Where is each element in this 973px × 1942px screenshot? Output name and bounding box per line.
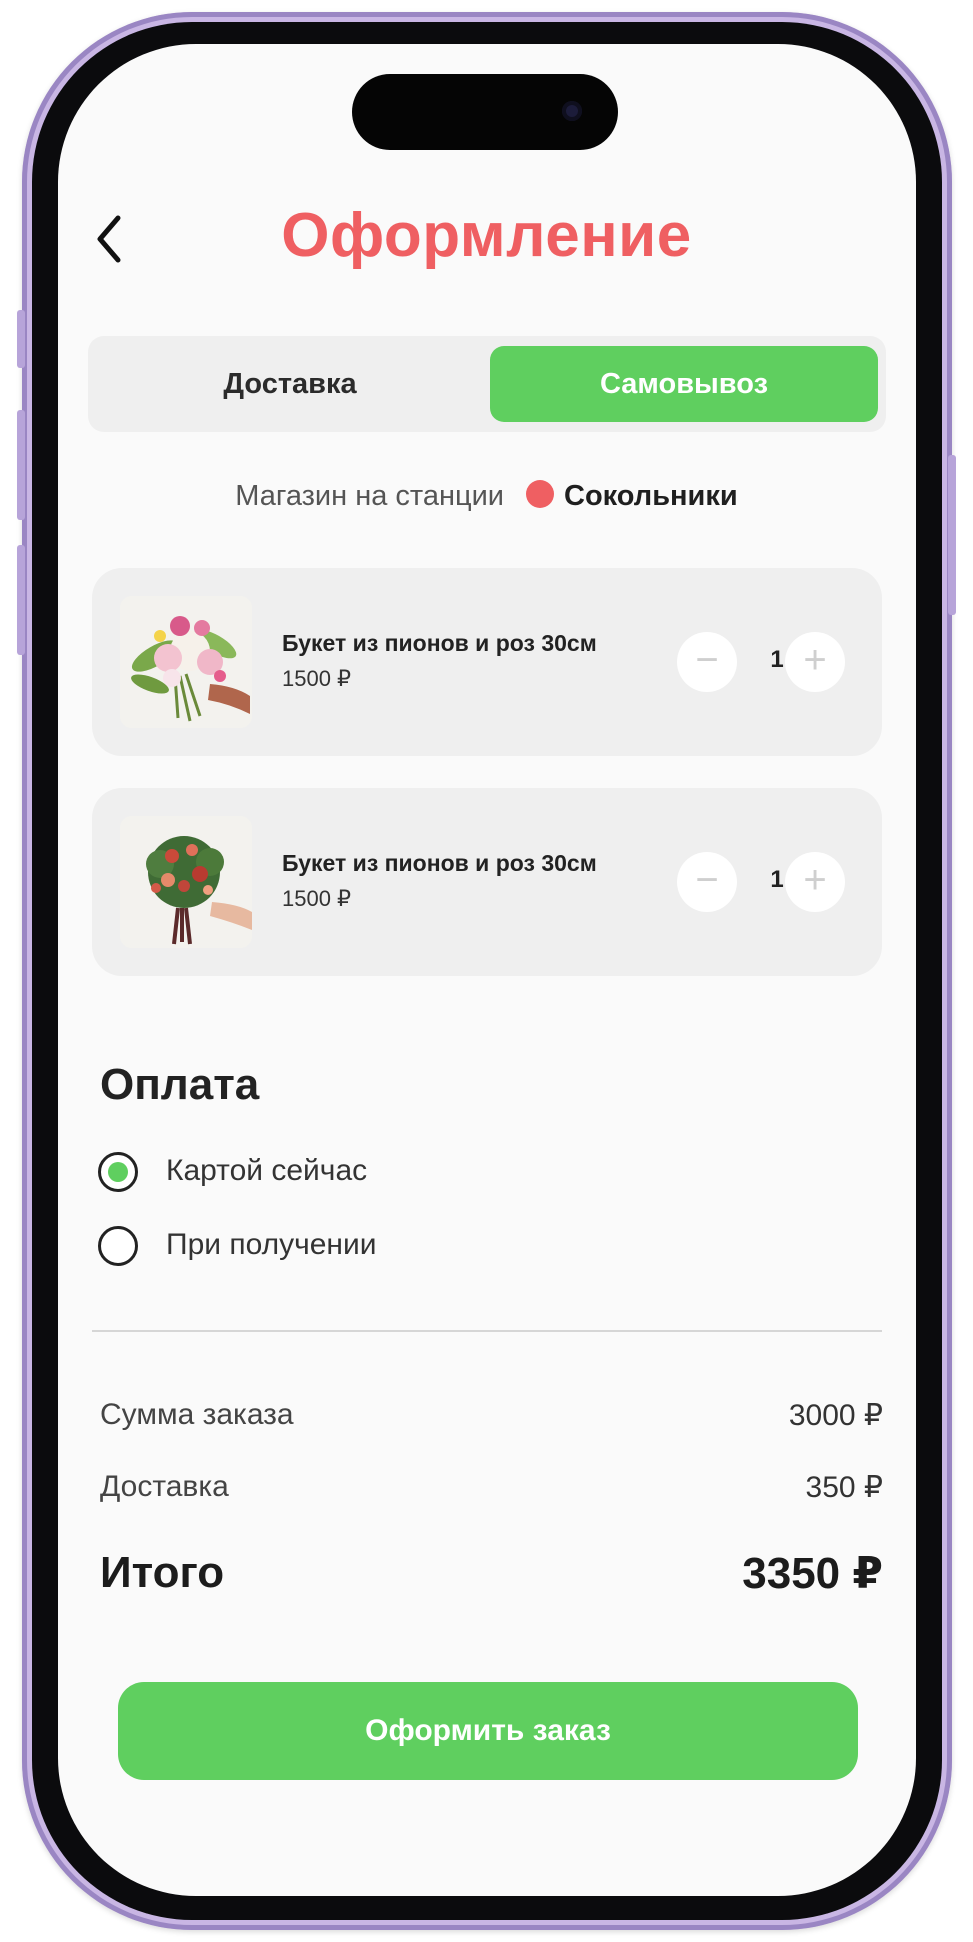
product-image — [120, 816, 252, 948]
payment-option-label: При получении — [166, 1228, 377, 1261]
delivery-method-switch: Доставка Самовывоз — [88, 336, 886, 432]
minus-icon[interactable]: − — [677, 632, 737, 692]
store-prefix: Магазин на станции — [235, 480, 504, 512]
place-order-button[interactable]: Оформить заказ — [118, 1682, 858, 1780]
payment-title: Оплата — [100, 1060, 260, 1109]
tab-delivery[interactable]: Доставка — [96, 346, 484, 422]
station-name[interactable]: Сокольники — [564, 480, 738, 512]
product-price: 1500 ₽ — [282, 886, 352, 911]
delivery-cost-value: 350 ₽ — [805, 1471, 883, 1504]
plus-icon[interactable]: + — [785, 852, 845, 912]
cart-item: Букет из пионов и роз 30см 1500 ₽ − 1 + — [92, 788, 882, 976]
order-sum-label: Сумма заказа — [100, 1398, 294, 1431]
page-title: Оформление — [281, 201, 692, 270]
minus-icon[interactable]: − — [677, 852, 737, 912]
store-info: Магазин на станции Сокольники — [0, 480, 973, 513]
order-sum-value: 3000 ₽ — [788, 1399, 883, 1432]
cart-item: Букет из пионов и роз 30см 1500 ₽ − 1 + — [92, 568, 882, 756]
total-label: Итого — [100, 1548, 225, 1597]
power-button — [948, 455, 956, 615]
tab-pickup[interactable]: Самовывоз — [490, 346, 878, 422]
product-name: Букет из пионов и роз 30см — [282, 850, 597, 876]
metro-line-icon — [526, 480, 554, 508]
camera-icon — [562, 101, 582, 121]
delivery-cost-label: Доставка — [100, 1470, 229, 1503]
product-name: Букет из пионов и роз 30см — [282, 630, 597, 656]
total-value: 3350 ₽ — [742, 1549, 883, 1598]
radio-checked[interactable] — [98, 1152, 138, 1192]
action-button — [17, 310, 25, 368]
radio-unchecked[interactable] — [98, 1226, 138, 1266]
volume-down-button — [17, 545, 25, 655]
plus-icon[interactable]: + — [785, 632, 845, 692]
divider — [92, 1330, 882, 1332]
payment-option-label: Картой сейчас — [166, 1154, 368, 1187]
product-price: 1500 ₽ — [282, 666, 352, 691]
product-image — [120, 596, 252, 728]
